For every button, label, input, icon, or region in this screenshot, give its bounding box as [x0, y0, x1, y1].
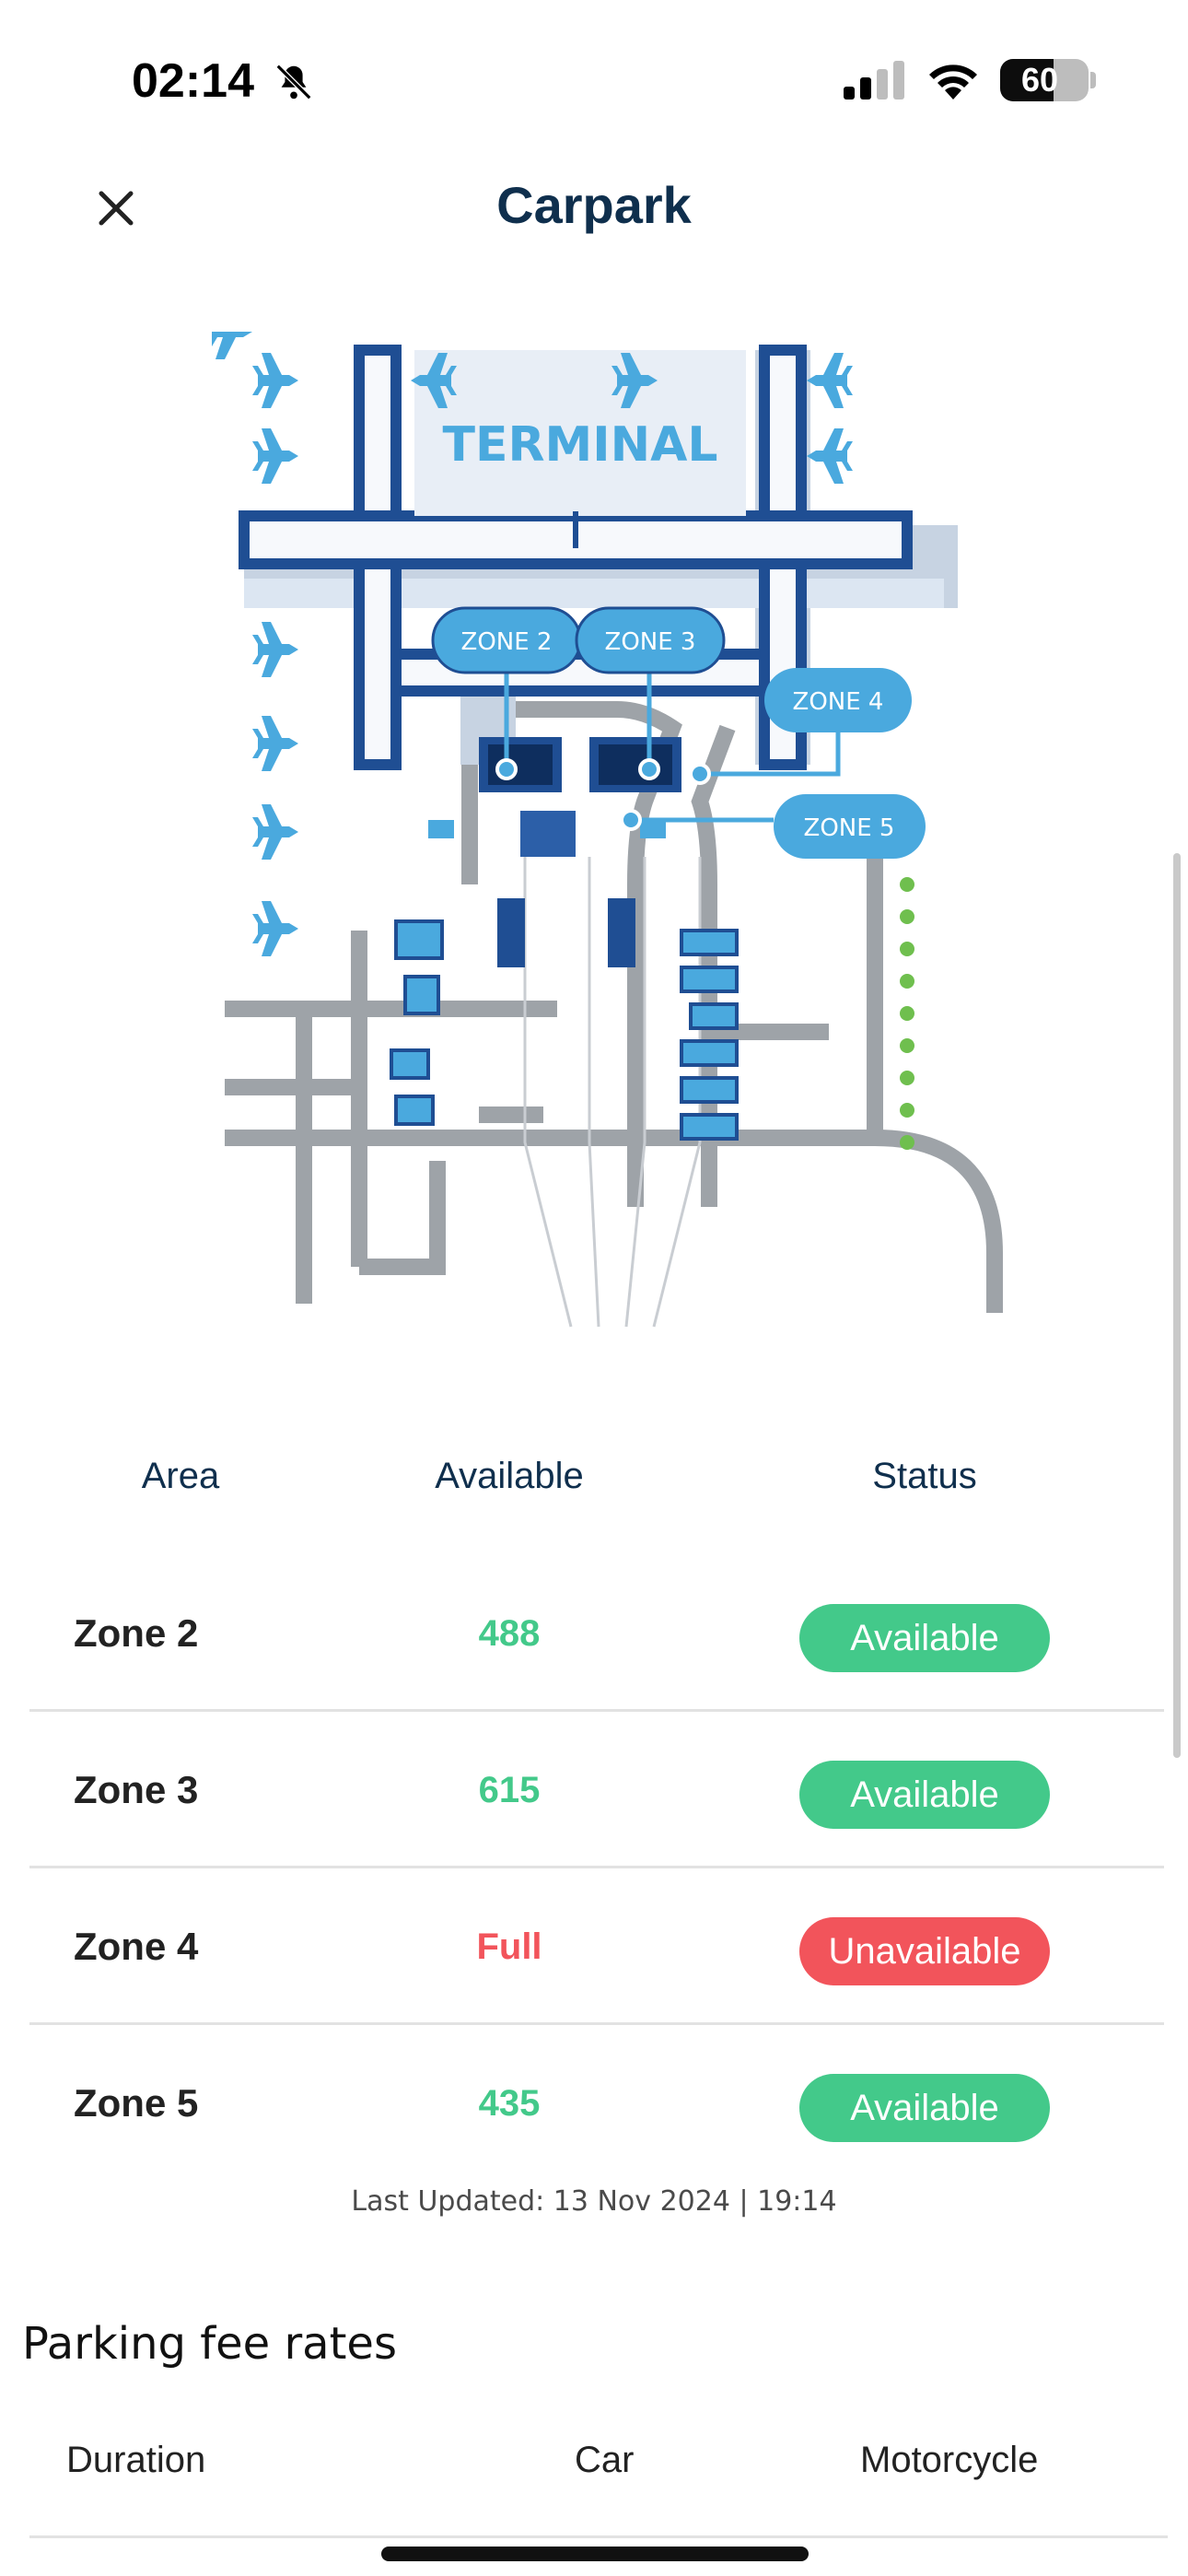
table-row: Zone 3 615 Available	[29, 1712, 1164, 1868]
table-row: Zone 5 435 Available	[29, 2025, 1164, 2182]
zone-name: Zone 3	[74, 1768, 199, 1811]
carpark-map: TERMINAL ZONE 2 ZONE 3 ZONE 4 ZONE 5	[212, 332, 1003, 1328]
zone-available-count: 435	[478, 2082, 541, 2124]
zone-available-count: 615	[478, 1769, 541, 1810]
zone-5-label: ZONE 5	[804, 814, 895, 842]
zone-4-label: ZONE 4	[793, 688, 884, 716]
bell-slash-icon	[275, 64, 312, 100]
zone-pill-5: ZONE 5	[774, 794, 926, 859]
column-header-available: Available	[435, 1456, 584, 1496]
zone-pill-4: ZONE 4	[764, 668, 912, 732]
status-bar: 02:14 60	[0, 0, 1188, 157]
gate-strips	[244, 579, 944, 608]
signal-icon	[844, 61, 904, 100]
zone-available-count: Full	[476, 1926, 542, 1967]
zone-pill-3: ZONE 3	[575, 606, 726, 674]
status-badge: Available	[799, 1761, 1050, 1829]
fee-column-car: Car	[575, 2440, 635, 2480]
battery-cap	[1090, 72, 1096, 88]
fees-heading: Parking fee rates	[22, 2318, 397, 2370]
status-badge: Available	[799, 2074, 1050, 2142]
last-updated: Last Updated: 13 Nov 2024 | 19:14	[351, 2185, 837, 2218]
status-time: 02:14	[132, 54, 254, 108]
tree-icons	[900, 877, 914, 1150]
terminal-label: TERMINAL	[442, 417, 717, 473]
column-header-area: Area	[141, 1456, 220, 1496]
table-row: Zone 4 Full Unavailable	[29, 1868, 1164, 2025]
zone-available-count: 488	[478, 1612, 541, 1654]
zone-3-label: ZONE 3	[605, 628, 696, 656]
table-row: Zone 2 488 Available	[29, 1555, 1164, 1712]
battery-level: 60	[1020, 61, 1059, 99]
scrollbar[interactable]	[1173, 853, 1181, 1758]
zone-name: Zone 4	[74, 1925, 199, 1968]
fee-column-duration: Duration	[66, 2440, 206, 2480]
battery-icon: 60	[1000, 59, 1089, 101]
page-title: Carpark	[496, 176, 692, 234]
side-buildings	[390, 919, 739, 1141]
zone-name: Zone 5	[74, 2081, 199, 2125]
status-badge: Unavailable	[799, 1917, 1050, 1985]
zone-name: Zone 2	[74, 1611, 199, 1655]
zone-2-label: ZONE 2	[461, 628, 553, 656]
fee-divider	[29, 2535, 1168, 2538]
status-badge: Available	[799, 1604, 1050, 1672]
fee-column-motorcycle: Motorcycle	[860, 2440, 1039, 2480]
column-header-status: Status	[872, 1456, 977, 1496]
wifi-icon	[929, 64, 977, 100]
zone-pill-2: ZONE 2	[431, 606, 582, 674]
home-indicator[interactable]	[381, 2547, 809, 2561]
plane-icons	[212, 332, 252, 359]
